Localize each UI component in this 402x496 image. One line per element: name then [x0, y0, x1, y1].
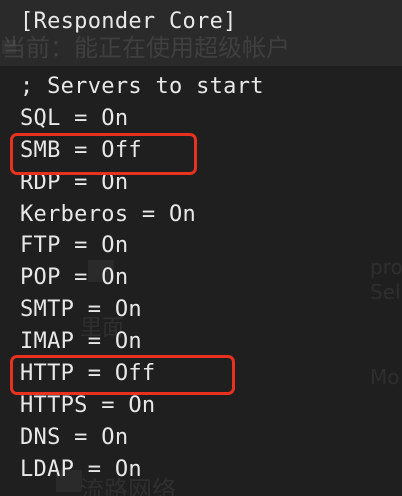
- config-line-ldap: LDAP = On: [20, 457, 142, 482]
- overlay-text: Mo: [370, 365, 400, 389]
- config-line-kerberos: Kerberos = On: [20, 202, 197, 227]
- config-line-sql: SQL = On: [20, 106, 129, 131]
- config-line-dns: DNS = On: [20, 425, 129, 450]
- config-line-imap: IMAP = On: [20, 329, 142, 354]
- comment-line: ; Servers to start: [20, 74, 264, 99]
- config-line-smtp: SMTP = On: [20, 297, 142, 322]
- config-line-ftp: FTP = On: [20, 233, 129, 258]
- section-header: [Responder Core]: [20, 9, 237, 34]
- overlay-text: Sel: [370, 280, 401, 304]
- code-editor: 当前：能正在使用超级帐户 pro Sel Mo 里面 流路网络 [Respond…: [0, 0, 402, 496]
- highlight-box-http: [10, 355, 235, 395]
- config-line-https: HTTPS = On: [20, 393, 156, 418]
- config-line-pop: POP = On: [20, 265, 129, 290]
- overlay-text: pro: [370, 255, 402, 279]
- highlight-box-smb: [10, 133, 197, 175]
